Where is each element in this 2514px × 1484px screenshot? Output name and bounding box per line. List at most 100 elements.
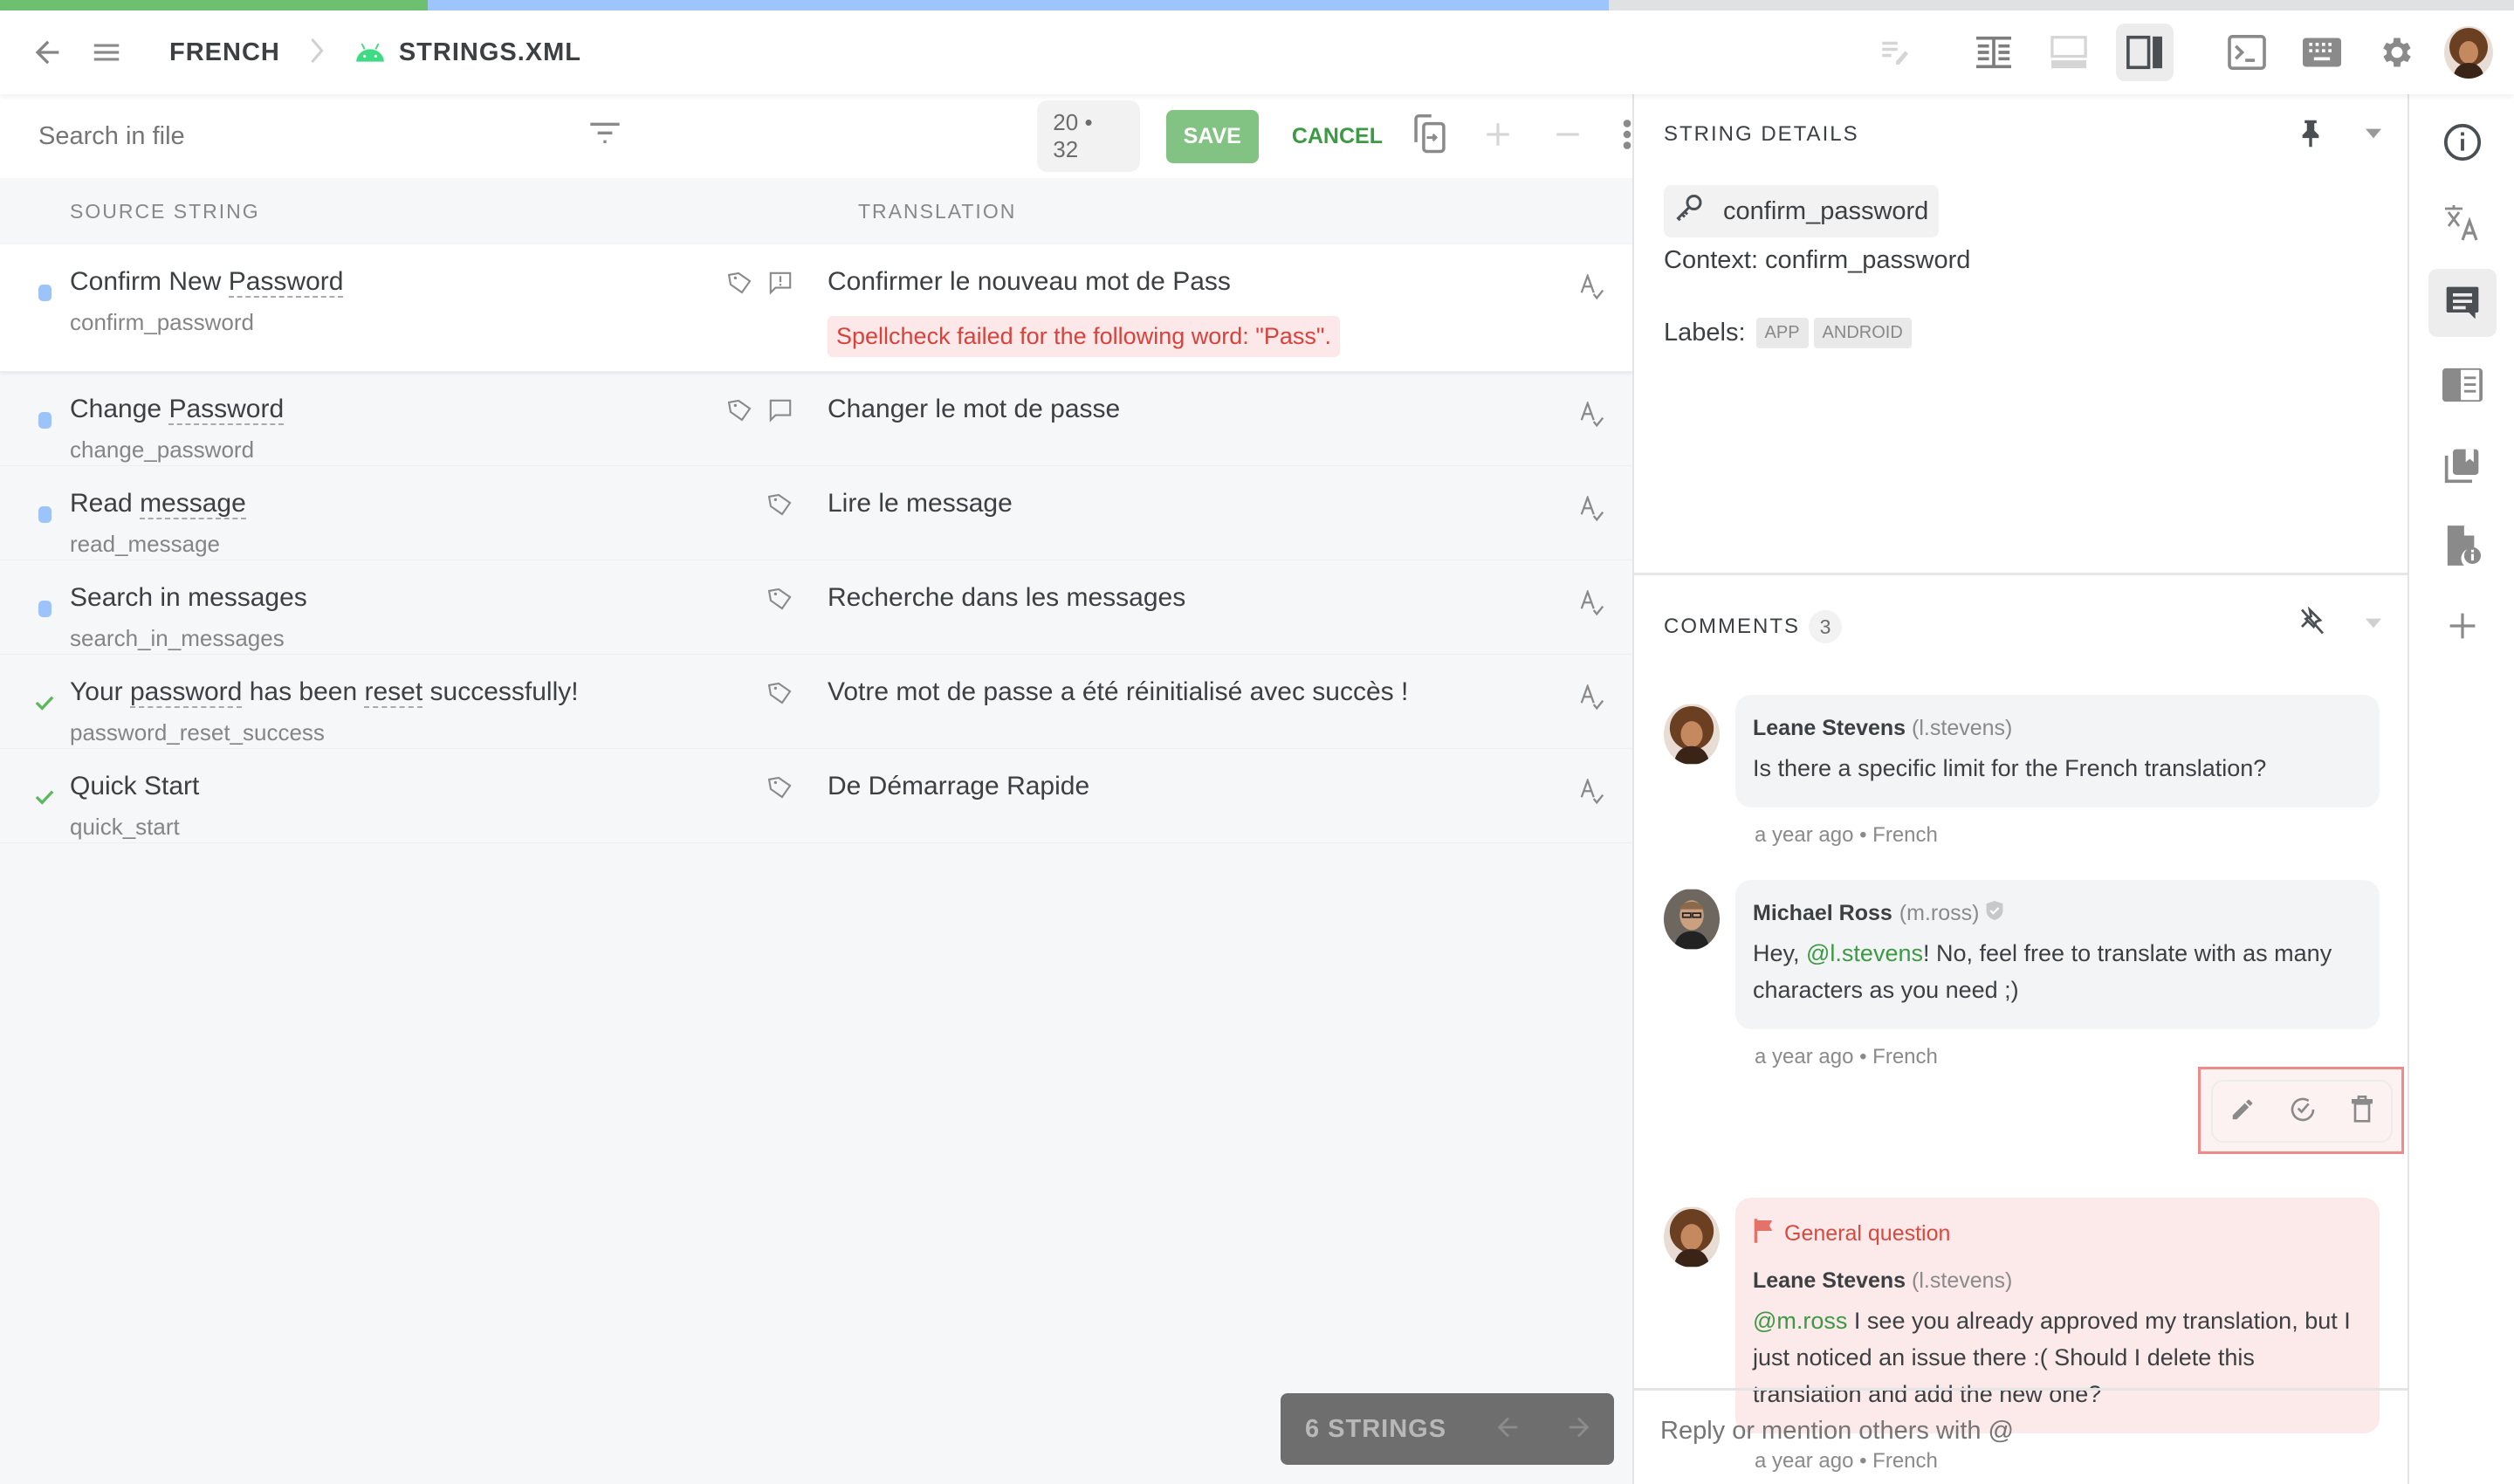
source-string-cell: Search in messages search_in_messages bbox=[0, 583, 698, 654]
comment-issue-icon[interactable] bbox=[768, 271, 793, 357]
source-text-part: Your bbox=[70, 677, 130, 706]
tag-icon[interactable] bbox=[767, 681, 793, 748]
cancel-button[interactable]: CANCEL bbox=[1292, 124, 1383, 149]
user-avatar[interactable] bbox=[2444, 26, 2493, 79]
commenter-avatar bbox=[1664, 1206, 1720, 1268]
rail-info-icon[interactable] bbox=[2428, 108, 2497, 176]
menu-icon[interactable] bbox=[79, 24, 134, 80]
spellcheck-icon[interactable] bbox=[1580, 267, 1632, 357]
spellcheck-icon[interactable] bbox=[1580, 489, 1632, 560]
translation-cell[interactable]: Lire le message bbox=[803, 489, 1580, 560]
bottom-panel-view-icon[interactable] bbox=[2041, 24, 2097, 80]
breadcrumb-language[interactable]: FRENCH bbox=[169, 38, 280, 67]
translation-text[interactable]: Changer le mot de passe bbox=[828, 395, 1580, 424]
string-details-title: STRING DETAILS bbox=[1664, 122, 1859, 146]
string-key: quick_start bbox=[70, 814, 180, 840]
comments-title: COMMENTS bbox=[1664, 615, 1800, 638]
translation-cell[interactable]: Changer le mot de passe bbox=[803, 395, 1580, 465]
unpin-icon[interactable] bbox=[2299, 606, 2325, 641]
remove-plural-icon[interactable] bbox=[1554, 120, 1582, 153]
tag-icon[interactable] bbox=[727, 271, 752, 357]
back-arrow-icon[interactable] bbox=[19, 24, 75, 80]
string-key: confirm_password bbox=[70, 309, 254, 335]
rail-add-icon[interactable] bbox=[2428, 592, 2497, 660]
comment-icon[interactable] bbox=[768, 398, 793, 465]
comment-author: Leane Stevens bbox=[1753, 1268, 1906, 1293]
row-icons bbox=[698, 395, 803, 465]
resolve-comment-check-icon[interactable] bbox=[2289, 1096, 2317, 1128]
add-plural-icon[interactable] bbox=[1484, 120, 1512, 153]
label-chip-android[interactable]: ANDROID bbox=[1813, 318, 1912, 348]
translation-cell[interactable]: Confirmer le nouveau mot de Pass Spellche… bbox=[803, 267, 1580, 357]
settings-gear-icon[interactable] bbox=[2369, 24, 2425, 80]
tag-icon[interactable] bbox=[767, 775, 793, 842]
tag-icon[interactable] bbox=[767, 587, 793, 654]
comments-collapse-caret-icon[interactable] bbox=[2366, 617, 2381, 633]
glossary-term[interactable]: Password bbox=[168, 395, 285, 425]
approved-check-icon bbox=[30, 688, 59, 718]
spellcheck-icon[interactable] bbox=[1580, 772, 1632, 842]
previous-string-arrow-icon[interactable] bbox=[1492, 1412, 1523, 1446]
label-chip-app[interactable]: APP bbox=[1755, 318, 1809, 348]
source-text: Confirm New Password bbox=[70, 267, 698, 298]
spellcheck-error: Spellcheck failed for the following word… bbox=[828, 316, 1340, 357]
save-button[interactable]: SAVE bbox=[1165, 109, 1259, 163]
glossary-term[interactable]: Password bbox=[228, 267, 344, 298]
tag-icon[interactable] bbox=[767, 492, 793, 560]
translation-text[interactable]: De Démarrage Rapide bbox=[828, 772, 1580, 801]
copy-source-icon[interactable] bbox=[1412, 113, 1447, 159]
details-collapse-caret-icon[interactable] bbox=[2366, 127, 2381, 143]
glossary-term[interactable]: message bbox=[140, 489, 246, 519]
keyboard-icon[interactable] bbox=[2294, 24, 2350, 80]
string-row[interactable]: Confirm New Password confirm_password Conf… bbox=[0, 244, 1632, 372]
string-row[interactable]: Your password has been reset successfull… bbox=[0, 655, 1632, 749]
translation-cell[interactable]: De Démarrage Rapide bbox=[803, 772, 1580, 842]
delete-comment-trash-icon[interactable] bbox=[2350, 1095, 2374, 1128]
right-panel-view-icon[interactable] bbox=[2116, 24, 2174, 81]
mention-link[interactable]: @m.ross bbox=[1753, 1308, 1847, 1334]
spellcheck-icon[interactable] bbox=[1580, 677, 1632, 748]
source-text: Your password has been reset successfull… bbox=[70, 677, 698, 708]
translation-cell[interactable]: Votre mot de passe a été réinitialisé av… bbox=[803, 677, 1580, 748]
untranslated-status-icon bbox=[30, 405, 59, 435]
spellcheck-icon[interactable] bbox=[1580, 583, 1632, 654]
translation-cell[interactable]: Recherche dans les messages bbox=[803, 583, 1580, 654]
editor-toolbar: 20 • 32 SAVE CANCEL bbox=[0, 94, 1632, 178]
string-row[interactable]: Quick Start quick_start De Démarrage Rapid… bbox=[0, 749, 1632, 843]
translation-text[interactable]: Recherche dans les messages bbox=[828, 583, 1580, 613]
row-icons bbox=[698, 772, 803, 842]
glossary-term[interactable]: reset bbox=[364, 677, 423, 708]
untranslated-status-icon bbox=[30, 278, 59, 307]
pin-icon[interactable] bbox=[2299, 119, 2322, 153]
translation-text[interactable]: Votre mot de passe a été réinitialisé av… bbox=[828, 677, 1580, 707]
rail-comments-icon[interactable] bbox=[2428, 269, 2497, 337]
source-text-part: has been bbox=[242, 677, 365, 706]
string-row[interactable]: Change Password change_password Changer le… bbox=[0, 372, 1632, 466]
comment-handle: (l.stevens) bbox=[1912, 1268, 2013, 1293]
edit-comment-pencil-icon[interactable] bbox=[2229, 1096, 2256, 1127]
mention-link[interactable]: @l.stevens bbox=[1806, 940, 1923, 966]
side-by-side-view-icon[interactable] bbox=[1966, 24, 2022, 80]
comment-meta: a year ago • French bbox=[1755, 823, 1938, 847]
next-string-arrow-icon[interactable] bbox=[1563, 1412, 1595, 1446]
breadcrumb-file[interactable]: STRINGS.XML bbox=[399, 38, 581, 67]
rail-file-info-icon[interactable] bbox=[2428, 512, 2497, 580]
string-details-panel: STRING DETAILS confirm_password Context:… bbox=[1632, 94, 2409, 1484]
reply-input[interactable] bbox=[1660, 1417, 2381, 1446]
filter-icon[interactable] bbox=[587, 120, 622, 154]
search-in-file-input[interactable] bbox=[38, 121, 527, 151]
rail-glossary-icon[interactable] bbox=[2428, 351, 2497, 419]
comment-language: French bbox=[1872, 823, 1938, 847]
terminal-icon[interactable] bbox=[2219, 24, 2275, 80]
translation-text[interactable]: Confirmer le nouveau mot de Pass bbox=[828, 267, 1580, 297]
rail-translate-icon[interactable] bbox=[2428, 189, 2497, 257]
edit-notes-icon[interactable] bbox=[1868, 24, 1924, 80]
string-row[interactable]: Search in messages search_in_messages Rech… bbox=[0, 560, 1632, 655]
glossary-term[interactable]: password bbox=[129, 677, 243, 708]
rail-translation-memory-icon[interactable] bbox=[2428, 431, 2497, 499]
translation-text[interactable]: Lire le message bbox=[828, 489, 1580, 519]
string-row[interactable]: Read message read_message Lire le message bbox=[0, 466, 1632, 560]
more-options-icon[interactable] bbox=[1622, 119, 1632, 155]
tag-icon[interactable] bbox=[727, 398, 752, 465]
spellcheck-icon[interactable] bbox=[1580, 395, 1632, 465]
